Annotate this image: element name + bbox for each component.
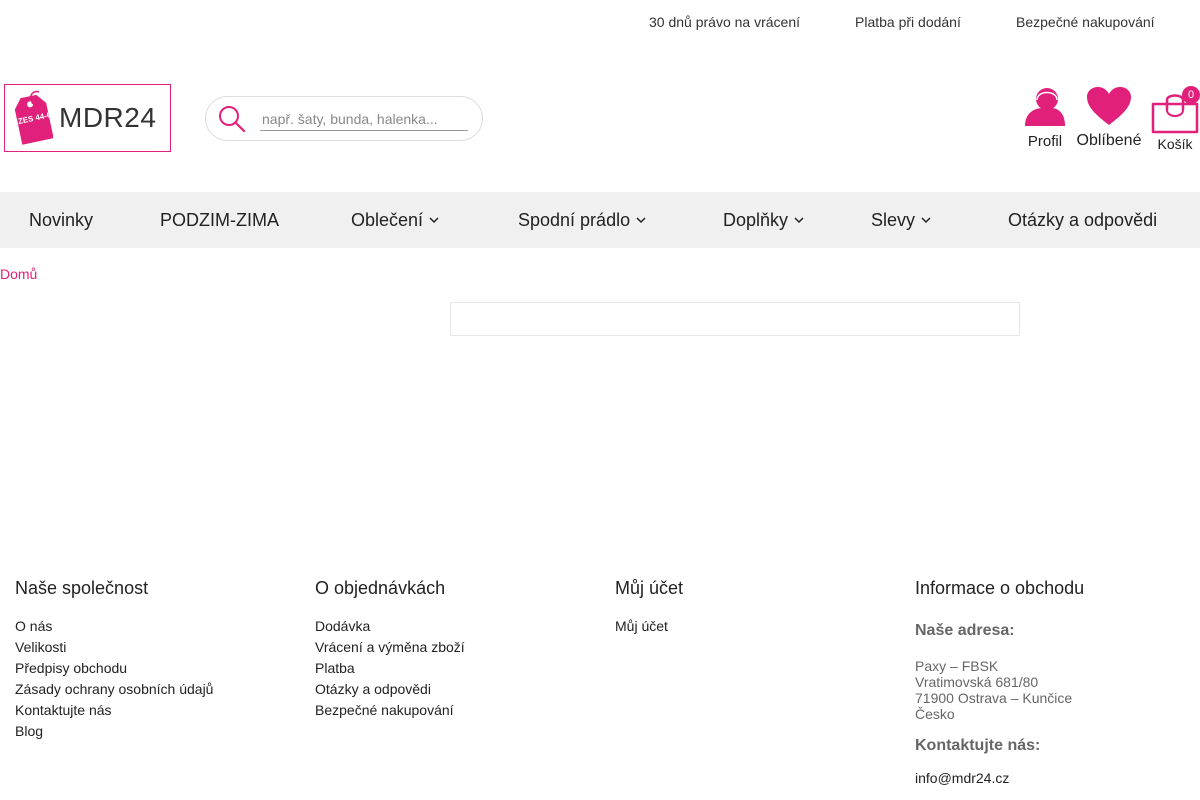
footer-link-otazky[interactable]: Otázky a odpovědi bbox=[315, 679, 465, 700]
address-line: Paxy – FBSK bbox=[915, 658, 999, 674]
secure-shopping-link[interactable]: Bezpečné nakupování bbox=[1016, 14, 1155, 30]
footer-link-vraceni[interactable]: Vrácení a výměna zboží bbox=[315, 637, 465, 658]
user-icon bbox=[1025, 88, 1065, 126]
footer-heading: Můj účet bbox=[615, 578, 684, 598]
footer-link-platba[interactable]: Platba bbox=[315, 658, 465, 679]
nav-label: Otázky a odpovědi bbox=[1008, 209, 1158, 230]
nav-item-novinky[interactable]: Novinky bbox=[29, 192, 93, 248]
contact-label: Kontaktujte nás: bbox=[915, 737, 1041, 754]
footer-heading: O objednávkách bbox=[315, 578, 446, 598]
site-logo[interactable]: SIZES 44-64 MDR24 bbox=[4, 84, 171, 152]
footer-link-bezpecne[interactable]: Bezpečné nakupování bbox=[315, 700, 465, 721]
nav-label: Doplňky bbox=[723, 209, 789, 230]
search-icon[interactable] bbox=[217, 104, 247, 134]
profile-label: Profil bbox=[1027, 133, 1063, 150]
address-line: 71900 Ostrava – Kunčice bbox=[915, 690, 1073, 706]
heart-icon bbox=[1087, 87, 1131, 125]
search-bar bbox=[205, 96, 483, 141]
nav-label: PODZIM-ZIMA bbox=[160, 209, 279, 230]
nav-item-obleceni[interactable]: Oblečení bbox=[351, 192, 439, 248]
chevron-down-icon bbox=[794, 216, 804, 223]
footer-col-company: Naše společnost O nás Velikosti Předpisy… bbox=[15, 578, 213, 742]
nav-item-slevy[interactable]: Slevy bbox=[871, 192, 931, 248]
chevron-down-icon bbox=[429, 216, 439, 223]
cart-count-badge: 0 bbox=[1182, 86, 1200, 104]
footer-heading: Naše společnost bbox=[15, 578, 149, 598]
nav-label: Oblečení bbox=[351, 209, 424, 230]
cart-label: Košík bbox=[1157, 136, 1193, 152]
nav-item-doplnky[interactable]: Doplňky bbox=[723, 192, 804, 248]
address-line: Česko bbox=[915, 706, 955, 722]
nav-label: Spodní prádlo bbox=[518, 209, 631, 230]
nav-item-otazky[interactable]: Otázky a odpovědi bbox=[1008, 192, 1157, 248]
favorites-label: Oblíbené bbox=[1076, 132, 1142, 149]
profile-button[interactable]: Profil bbox=[1022, 86, 1068, 150]
main-navigation: Novinky PODZIM-ZIMA Oblečení Spodní prád… bbox=[0, 192, 1200, 248]
top-info-bar: 30 dnů právo na vrácení Platba při dodán… bbox=[0, 0, 1200, 44]
favorites-button[interactable]: Oblíbené bbox=[1075, 86, 1143, 150]
contact-email-link[interactable]: info@mdr24.cz bbox=[915, 770, 1084, 786]
return-policy-link[interactable]: 30 dnů právo na vrácení bbox=[649, 14, 800, 30]
cash-on-delivery-link[interactable]: Platba při dodání bbox=[855, 14, 961, 30]
footer-col-store-info: Informace o obchodu Naše adresa: Paxy – … bbox=[915, 578, 1084, 786]
footer-link-blog[interactable]: Blog bbox=[15, 721, 213, 742]
content-placeholder-box bbox=[450, 302, 1020, 336]
chevron-down-icon bbox=[921, 216, 931, 223]
price-tag-icon: SIZES 44-64 bbox=[13, 90, 53, 145]
address-line: Vratimovská 681/80 bbox=[915, 674, 1039, 690]
footer-heading: Informace o obchodu bbox=[915, 578, 1085, 598]
store-address: Paxy – FBSK Vratimovská 681/80 71900 Ost… bbox=[915, 658, 1084, 722]
footer-link-o-nas[interactable]: O nás bbox=[15, 616, 213, 637]
footer-link-predpisy[interactable]: Předpisy obchodu bbox=[15, 658, 213, 679]
logo-wordmark: MDR24 bbox=[59, 102, 157, 133]
nav-item-spodni-pradlo[interactable]: Spodní prádlo bbox=[518, 192, 646, 248]
footer-link-zasady[interactable]: Zásady ochrany osobních údajů bbox=[15, 679, 213, 700]
cart-button[interactable]: Košík 0 bbox=[1150, 86, 1200, 152]
nav-item-podzim-zima[interactable]: PODZIM-ZIMA bbox=[160, 192, 279, 248]
address-label: Naše adresa: bbox=[915, 622, 1015, 639]
footer-link-dodavka[interactable]: Dodávka bbox=[315, 616, 465, 637]
nav-label: Novinky bbox=[29, 209, 94, 230]
nav-label: Slevy bbox=[871, 209, 916, 230]
footer-link-muj-ucet[interactable]: Můj účet bbox=[615, 616, 683, 637]
footer-col-orders: O objednávkách Dodávka Vrácení a výměna … bbox=[315, 578, 465, 721]
breadcrumb-home[interactable]: Domů bbox=[0, 266, 37, 282]
search-input[interactable] bbox=[260, 107, 468, 131]
footer-link-velikosti[interactable]: Velikosti bbox=[15, 637, 213, 658]
chevron-down-icon bbox=[636, 216, 646, 223]
footer-link-kontakt[interactable]: Kontaktujte nás bbox=[15, 700, 213, 721]
footer-col-account: Můj účet Můj účet bbox=[615, 578, 683, 637]
